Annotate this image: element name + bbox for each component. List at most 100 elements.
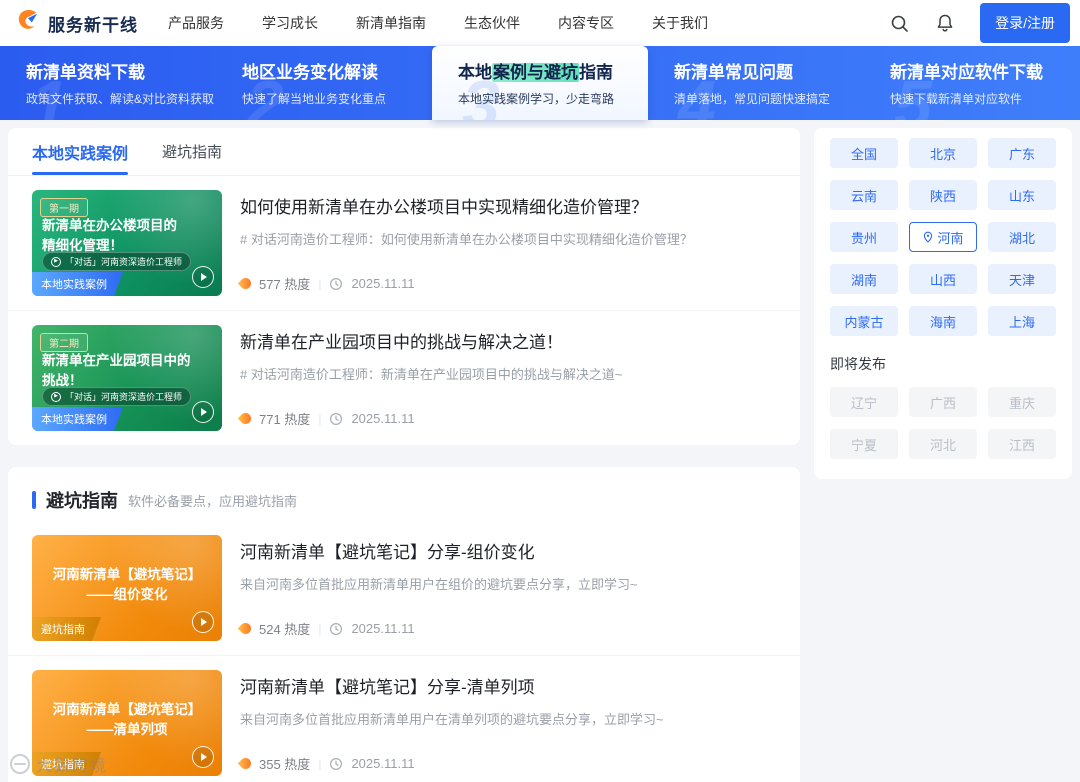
title-highlight: 案例与避坑 <box>492 63 579 82</box>
publish-date: 2025.11.11 <box>351 621 415 636</box>
region-button[interactable]: 山西 <box>909 264 977 294</box>
guide-item-description: 来自河南多位首批应用新清单用户在组价的避坑要点分享，立即学习~ <box>240 577 638 592</box>
watermark-text: 大数跨境 <box>36 758 109 775</box>
guide-item-title[interactable]: 河南新清单【避坑笔记】分享-清单列项 <box>240 673 776 698</box>
guide-thumbnail[interactable]: 河南新清单【避坑笔记】 ——组价变化 避坑指南 <box>32 535 222 641</box>
upcoming-region-button: 江西 <box>988 429 1056 459</box>
banner-tab-local-cases-active[interactable]: 3 本地案例与避坑指南 本地实践案例学习，少走弯路 <box>432 46 648 120</box>
region-grid: 全国 北京 广东 云南 陕西 山东 贵州 河南 湖北 湖南 山西 天津 内蒙古 … <box>830 138 1056 336</box>
pitfall-guide-card: 避坑指南 软件必备要点，应用避坑指南 河南新清单【避坑笔记】 ——组价变化 避坑… <box>8 467 800 782</box>
speaker-pill: ▶ 「对话」河南资深造价工程师 <box>42 252 192 271</box>
meta-divider: | <box>318 621 322 636</box>
case-meta: 771 热度 | 2025.11.11 <box>237 409 415 428</box>
region-button[interactable]: 全国 <box>830 138 898 168</box>
clock-icon <box>330 412 343 425</box>
header-accent-bar <box>32 491 36 509</box>
topbar-actions: 登录/注册 <box>888 3 1070 43</box>
banner-tab-faq[interactable]: 4 新清单常见问题 清单落地，常见问题快速搞定 <box>648 46 864 120</box>
case-thumbnail[interactable]: 第二期 新清单在产业园项目中的 挑战！ ▶ 「对话」河南资深造价工程师 本地实践案… <box>32 325 222 431</box>
guide-item-meta: 355 热度 | 2025.11.11 <box>237 754 415 773</box>
upcoming-region-button: 河北 <box>909 429 977 459</box>
category-ribbon: 本地实践案例 <box>32 272 123 296</box>
case-meta: 577 热度 | 2025.11.11 <box>237 274 415 293</box>
banner-tab-software-download[interactable]: 5 新清单对应软件下载 快速下载新清单对应软件 <box>864 46 1080 120</box>
region-button[interactable]: 陕西 <box>909 180 977 210</box>
region-button[interactable]: 上海 <box>988 306 1056 336</box>
guide-item-title[interactable]: 河南新清单【避坑笔记】分享-组价变化 <box>240 538 776 563</box>
play-mini-icon: ▶ <box>51 391 61 402</box>
location-pin-icon <box>924 231 933 243</box>
nav-item-partners[interactable]: 生态伙伴 <box>464 13 520 33</box>
upcoming-region-button: 重庆 <box>988 387 1056 417</box>
guide-body: 河南新清单【避坑笔记】分享-组价变化 来自河南多位首批应用新清单用户在组价的避坑… <box>237 535 776 641</box>
guide-list-item: 河南新清单【避坑笔记】 ——清单列项 避坑指南 河南新清单【避坑笔记】分享-清单… <box>8 655 800 782</box>
top-navigation-bar: 服务新干线 产品服务 学习成长 新清单指南 生态伙伴 内容专区 关于我们 登录/… <box>0 0 1080 46</box>
region-button[interactable]: 湖南 <box>830 264 898 294</box>
heat-count: 577 热度 <box>259 277 311 292</box>
meta-divider: | <box>318 276 322 291</box>
play-icon[interactable] <box>192 746 214 768</box>
main-nav: 产品服务 学习成长 新清单指南 生态伙伴 内容专区 关于我们 <box>168 13 888 33</box>
banner-tab-subtitle: 本地实践案例学习，少走弯路 <box>458 92 615 106</box>
banner-tab-title: 新清单常见问题 <box>674 63 793 82</box>
banner-tab-subtitle: 快速了解当地业务变化重点 <box>242 92 387 106</box>
region-button[interactable]: 内蒙古 <box>830 306 898 336</box>
guide-card-header: 避坑指南 软件必备要点，应用避坑指南 <box>8 467 800 521</box>
nav-item-about[interactable]: 关于我们 <box>652 13 708 33</box>
local-cases-card: 本地实践案例 避坑指南 第一期 新清单在办公楼项目的 精细化管理！ ▶ 「对话」河… <box>8 128 800 445</box>
clock-icon <box>330 622 343 635</box>
region-button[interactable]: 云南 <box>830 180 898 210</box>
region-button[interactable]: 北京 <box>909 138 977 168</box>
heat-count: 771 热度 <box>259 412 311 427</box>
play-icon[interactable] <box>192 611 214 633</box>
upcoming-region-button: 宁夏 <box>830 429 898 459</box>
region-button[interactable]: 山东 <box>988 180 1056 210</box>
nav-item-new-list-guide[interactable]: 新清单指南 <box>356 13 426 33</box>
region-sidebar: 全国 北京 广东 云南 陕西 山东 贵州 河南 湖北 湖南 山西 天津 内蒙古 … <box>814 128 1072 479</box>
heat-count: 355 热度 <box>259 757 311 772</box>
nav-item-products[interactable]: 产品服务 <box>168 13 224 33</box>
heat-flame-icon <box>237 620 254 637</box>
login-register-button[interactable]: 登录/注册 <box>980 3 1070 43</box>
meta-divider: | <box>318 411 322 426</box>
banner-tab-subtitle: 清单落地，常见问题快速搞定 <box>674 92 831 106</box>
guide-list-item: 河南新清单【避坑笔记】 ——组价变化 避坑指南 河南新清单【避坑笔记】分享-组价… <box>8 521 800 655</box>
tab-pitfall-guide[interactable]: 避坑指南 <box>162 128 222 175</box>
brand-name: 服务新干线 <box>48 15 138 35</box>
region-button[interactable]: 贵州 <box>830 222 898 252</box>
region-button[interactable]: 海南 <box>909 306 977 336</box>
banner-tab-downloads[interactable]: 1 新清单资料下载 政策文件获取、解读&对比资料获取 <box>0 46 216 120</box>
heat-flame-icon <box>237 755 254 772</box>
case-thumbnail[interactable]: 第一期 新清单在办公楼项目的 精细化管理！ ▶ 「对话」河南资深造价工程师 本地实… <box>32 190 222 296</box>
page-content: 本地实践案例 避坑指南 第一期 新清单在办公楼项目的 精细化管理！ ▶ 「对话」河… <box>0 120 1080 782</box>
case-description: # 对话河南造价工程师：如何使用新清单在办公楼项目中实现精细化造价管理？ <box>240 232 693 247</box>
nav-item-content-zone[interactable]: 内容专区 <box>558 13 614 33</box>
case-title[interactable]: 新清单在产业园项目中的挑战与解决之道！ <box>240 328 776 353</box>
publish-date: 2025.11.11 <box>351 276 415 291</box>
nav-item-learning[interactable]: 学习成长 <box>262 13 318 33</box>
banner-tab-region-changes[interactable]: 2 地区业务变化解读 快速了解当地业务变化重点 <box>216 46 432 120</box>
search-icon[interactable] <box>888 12 910 34</box>
watermark: 大数跨境 <box>10 752 108 776</box>
region-button[interactable]: 湖北 <box>988 222 1056 252</box>
brand[interactable]: 服务新干线 <box>14 7 138 39</box>
issue-badge: 第一期 <box>40 198 88 217</box>
case-title[interactable]: 如何使用新清单在办公楼项目中实现精细化造价管理？ <box>240 193 776 218</box>
category-ribbon: 本地实践案例 <box>32 407 123 431</box>
thumbnail-title: 河南新清单【避坑笔记】 ——清单列项 <box>52 702 202 738</box>
heat-count: 524 热度 <box>259 622 311 637</box>
play-icon[interactable] <box>192 401 214 423</box>
upcoming-title: 即将发布 <box>830 356 886 372</box>
guide-item-meta: 524 热度 | 2025.11.11 <box>237 619 415 638</box>
region-button[interactable]: 天津 <box>988 264 1056 294</box>
region-button-selected[interactable]: 河南 <box>909 222 977 252</box>
upcoming-region-button: 辽宁 <box>830 387 898 417</box>
notification-bell-icon[interactable] <box>934 12 956 34</box>
case-list-item: 第二期 新清单在产业园项目中的 挑战！ ▶ 「对话」河南资深造价工程师 本地实践案… <box>8 310 800 445</box>
upcoming-region-button: 广西 <box>909 387 977 417</box>
region-button[interactable]: 广东 <box>988 138 1056 168</box>
play-icon[interactable] <box>192 266 214 288</box>
thumbnail-title: 河南新清单【避坑笔记】 ——组价变化 <box>52 567 202 603</box>
tab-local-cases[interactable]: 本地实践案例 <box>32 128 129 175</box>
issue-badge: 第二期 <box>40 333 88 352</box>
